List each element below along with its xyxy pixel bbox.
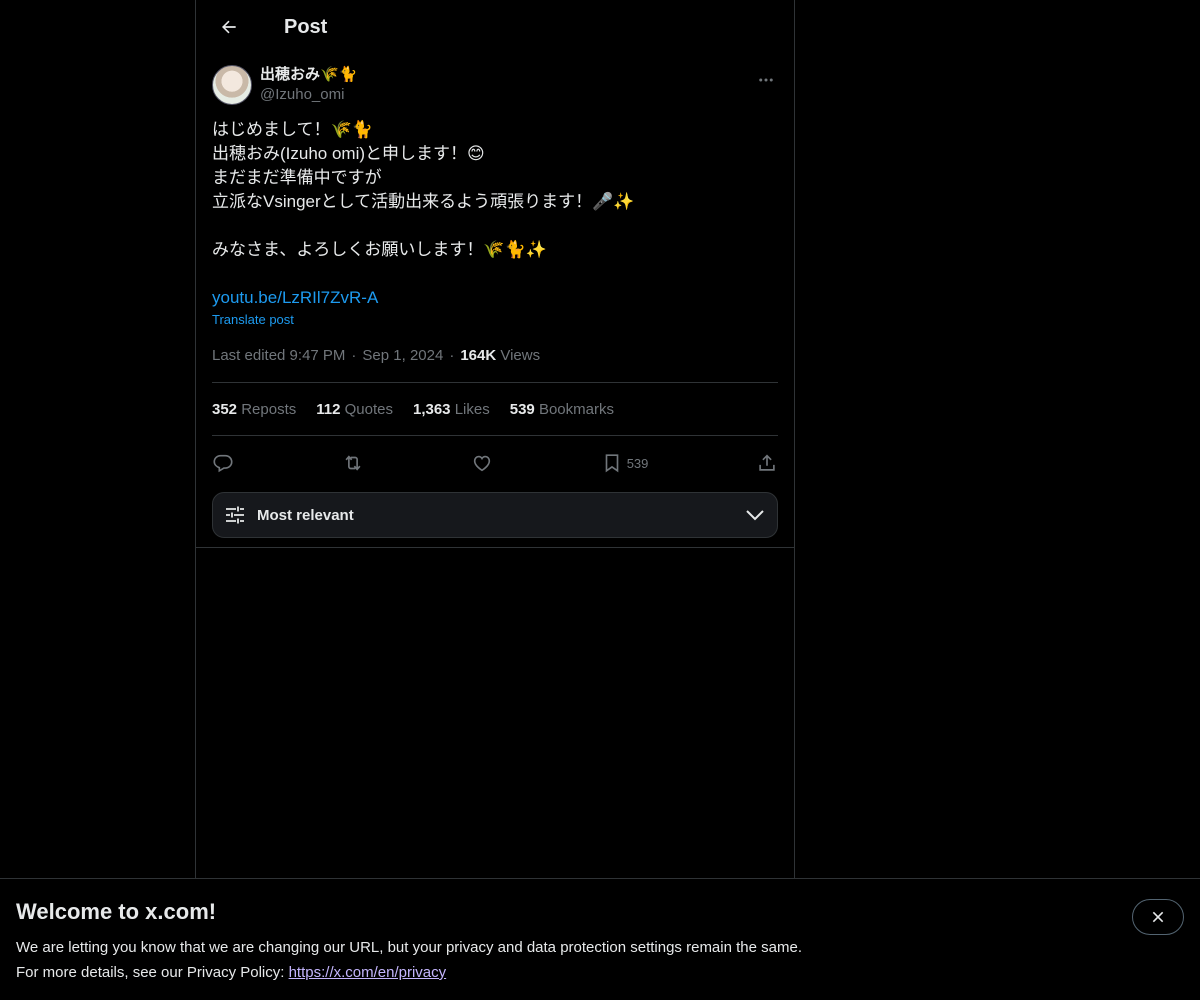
page-title: Post xyxy=(284,15,328,38)
repost-icon xyxy=(345,455,361,471)
reposts-label: Reposts xyxy=(241,400,297,418)
post-text-line: 立派なVsingerとして活動出来るよう頑張ります！🎤✨ xyxy=(212,192,635,211)
quotes-label: Quotes xyxy=(344,400,393,418)
post-date[interactable]: Sep 1, 2024 xyxy=(362,346,443,366)
post-link[interactable]: youtu.be/LzRIl7ZvR-A xyxy=(196,286,794,310)
more-options-button[interactable] xyxy=(754,68,778,92)
post-actions: 539 xyxy=(196,436,794,490)
post-text-line: まだまだ準備中ですが xyxy=(212,168,382,187)
banner-line: For more details, see our Privacy Policy… xyxy=(16,960,1184,985)
likes-stat[interactable]: 1,363 Likes xyxy=(413,401,490,418)
bookmarks-count: 539 xyxy=(509,400,535,418)
share-icon xyxy=(759,454,775,471)
sort-replies-dropdown[interactable]: Most relevant xyxy=(212,492,778,538)
banner-title: Welcome to x.com! xyxy=(16,899,217,924)
translate-post-link[interactable]: Translate post xyxy=(196,310,794,328)
views: 164K Views xyxy=(460,346,540,366)
top-bar: Post xyxy=(196,0,794,54)
bookmark-button[interactable]: 539 xyxy=(601,452,649,474)
bookmarks-label: Bookmarks xyxy=(538,400,614,418)
banner-line: We are letting you know that we are chan… xyxy=(16,939,802,956)
post-text-line: 出穂おみ(Izuho omi)と申します！😊 xyxy=(212,144,485,163)
close-icon xyxy=(1152,911,1164,923)
reposts-stat[interactable]: 352 Reposts xyxy=(212,401,296,418)
author-display-name[interactable]: 出穂おみ🌾🐈 xyxy=(260,65,357,85)
separator-dot: · xyxy=(449,347,455,364)
quotes-count: 112 xyxy=(316,400,341,418)
author-names: 出穂おみ🌾🐈 @Izuho_omi xyxy=(260,65,357,105)
like-button[interactable] xyxy=(471,452,493,474)
quotes-stat[interactable]: 112 Quotes xyxy=(316,401,393,418)
post-text-line: みなさま、よろしくお願いします！🌾🐈✨ xyxy=(212,240,547,259)
heart-icon xyxy=(473,455,491,472)
views-count: 164K xyxy=(460,347,497,364)
sort-label: Most relevant xyxy=(257,506,354,524)
post-detail: Post 出穂おみ🌾🐈 @Izuho_omi はじめまして！🌾🐈 出穂おみ(Iz… xyxy=(196,0,794,548)
reposts-count: 352 xyxy=(212,400,238,418)
bookmarks-stat[interactable]: 539 Bookmarks xyxy=(510,401,614,418)
more-horizontal-icon xyxy=(759,78,773,82)
likes-count: 1,363 xyxy=(412,400,451,418)
likes-label: Likes xyxy=(454,400,490,418)
views-label: Views xyxy=(500,347,541,364)
separator-dot: · xyxy=(351,347,357,364)
post-text-line xyxy=(212,214,778,238)
banner-line-prefix: For more details, see our Privacy Policy… xyxy=(16,964,289,981)
privacy-policy-link[interactable]: https://x.com/en/privacy xyxy=(289,964,447,981)
welcome-banner: Welcome to x.com! We are letting you kno… xyxy=(0,878,1200,1000)
avatar[interactable] xyxy=(212,65,252,105)
main-column: Post 出穂おみ🌾🐈 @Izuho_omi はじめまして！🌾🐈 出穂おみ(Iz… xyxy=(195,0,795,878)
post-text: はじめまして！🌾🐈 出穂おみ(Izuho omi)と申します！😊 まだまだ準備中… xyxy=(196,106,794,262)
arrow-left-icon xyxy=(222,20,236,34)
close-banner-button[interactable] xyxy=(1132,899,1184,935)
author-handle[interactable]: @Izuho_omi xyxy=(260,85,357,105)
chevron-down-icon xyxy=(746,510,764,521)
post-author: 出穂おみ🌾🐈 @Izuho_omi xyxy=(196,54,794,106)
edited-label[interactable]: Last edited 9:47 PM xyxy=(212,346,345,366)
post-stats: 352 Reposts 112 Quotes 1,363 Likes 539 B… xyxy=(196,383,794,435)
share-button[interactable] xyxy=(756,452,778,474)
back-button[interactable] xyxy=(212,10,246,44)
banner-text: We are letting you know that we are chan… xyxy=(16,935,1184,985)
sliders-icon xyxy=(226,506,244,524)
post-meta: Last edited 9:47 PM · Sep 1, 2024 · 164K… xyxy=(196,328,794,382)
reply-button[interactable] xyxy=(212,452,234,474)
post-text-line: はじめまして！🌾🐈 xyxy=(212,120,373,139)
repost-button[interactable] xyxy=(342,452,364,474)
reply-icon xyxy=(213,454,233,473)
bookmark-icon xyxy=(605,454,619,473)
bookmark-count: 539 xyxy=(626,455,649,471)
